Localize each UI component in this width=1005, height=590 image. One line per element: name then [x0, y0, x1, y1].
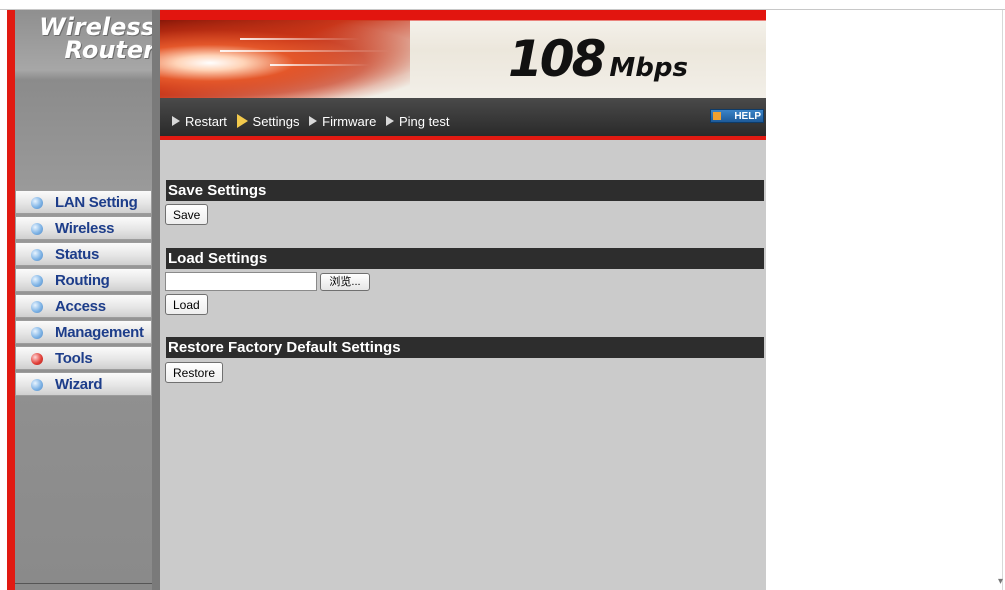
banner: 108 Mbps: [160, 10, 766, 98]
sidebar-item-label: Wireless: [55, 220, 115, 237]
toolbar: Restart Settings Firmware Ping test HELP: [160, 98, 766, 136]
sidebar-item-label: Wizard: [55, 376, 103, 393]
browse-button[interactable]: 浏览...: [320, 273, 370, 291]
banner-light-burst: [160, 20, 410, 98]
sidebar-item-label: Status: [55, 246, 100, 263]
toolbar-links: Restart Settings Firmware Ping test: [172, 114, 456, 129]
sidebar-item-lan-setting[interactable]: LAN Setting: [15, 190, 152, 214]
speed-number: 108: [508, 30, 606, 88]
active-arrow-right-icon: [236, 114, 248, 128]
restore-button[interactable]: Restore: [165, 362, 224, 383]
toolbar-link-label: Settings: [252, 114, 300, 129]
help-icon: [713, 112, 721, 120]
logo-line-2: Router: [64, 36, 155, 64]
toolbar-link-ping-test[interactable]: Ping test: [385, 114, 450, 129]
sidebar-bottom-divider: [15, 583, 152, 584]
sidebar-item-routing[interactable]: Routing: [15, 268, 152, 292]
sidebar-nav: LAN Setting Wireless Status Routing Acce…: [15, 190, 152, 398]
bullet-icon: [31, 327, 43, 339]
file-path-input[interactable]: [165, 272, 317, 291]
toolbar-link-firmware[interactable]: Firmware: [309, 114, 376, 129]
banner-streak: [240, 38, 360, 40]
bullet-icon: [31, 301, 43, 313]
bullet-icon: [31, 275, 43, 287]
bullet-icon: [31, 223, 43, 235]
load-button[interactable]: Load: [165, 294, 208, 315]
help-label: HELP: [734, 111, 761, 122]
sidebar-item-label: Routing: [55, 272, 110, 289]
restore-defaults-header: Restore Factory Default Settings: [166, 337, 764, 358]
banner-streak: [220, 50, 390, 52]
sidebar-item-access[interactable]: Access: [15, 294, 152, 318]
window-right-scrollbar-edge: [1002, 10, 1003, 590]
help-button[interactable]: HELP: [710, 109, 764, 123]
toolbar-link-settings[interactable]: Settings: [236, 114, 300, 129]
sidebar-item-wizard[interactable]: Wizard: [15, 372, 152, 396]
sidebar-item-label: Management: [55, 324, 144, 341]
toolbar-link-label: Firmware: [322, 114, 377, 129]
sidebar-item-label: Tools: [55, 350, 93, 367]
left-red-edge: [7, 10, 15, 590]
bullet-icon: [31, 379, 43, 391]
sidebar-item-tools[interactable]: Tools: [15, 346, 152, 370]
toolbar-link-restart[interactable]: Restart: [172, 114, 227, 129]
sidebar-item-management[interactable]: Management: [15, 320, 152, 344]
bullet-icon: [31, 249, 43, 261]
speed-unit: Mbps: [609, 53, 688, 83]
sidebar-item-label: LAN Setting: [55, 194, 138, 211]
banner-streak: [270, 64, 370, 66]
bullet-icon: [31, 197, 43, 209]
save-button[interactable]: Save: [165, 204, 209, 225]
wireless-router-logo: Wireless Router: [19, 15, 155, 64]
banner-speed: 108 Mbps: [508, 30, 688, 88]
toolbar-link-label: Ping test: [398, 114, 450, 129]
arrow-right-icon: [309, 116, 318, 126]
sidebar-shadow-edge: [152, 10, 160, 590]
arrow-right-icon: [172, 116, 180, 126]
active-bullet-icon: [31, 353, 43, 365]
save-settings-header: Save Settings: [166, 180, 764, 201]
sidebar-item-label: Access: [55, 298, 106, 315]
toolbar-link-label: Restart: [185, 114, 227, 129]
sidebar-item-status[interactable]: Status: [15, 242, 152, 266]
scroll-down-caret-icon[interactable]: ▾: [998, 576, 1003, 587]
sidebar-item-wireless[interactable]: Wireless: [15, 216, 152, 240]
load-settings-header: Load Settings: [166, 248, 764, 269]
arrow-right-icon: [385, 116, 394, 126]
main-content: Save Settings Save Load Settings 浏览... L…: [160, 140, 766, 590]
